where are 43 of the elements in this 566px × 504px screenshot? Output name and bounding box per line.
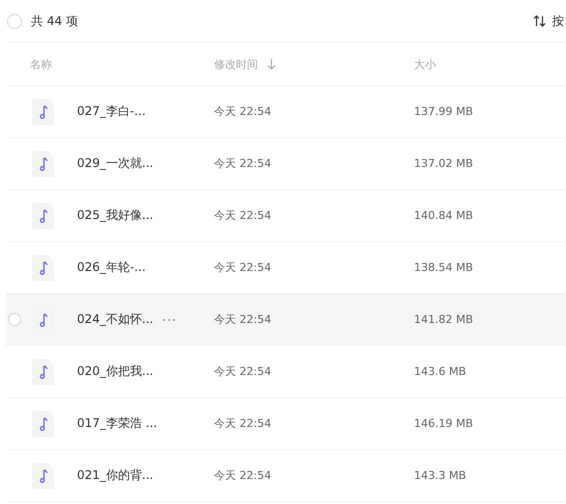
modified-time: 今天 22:54 [214, 468, 272, 483]
file-row[interactable]: 029_一次就... 今天 22:54 137.02 MB [6, 138, 566, 190]
file-name[interactable]: 027_李白-... [77, 103, 146, 120]
file-name[interactable]: 020_你把我... [77, 363, 154, 380]
music-file-icon [32, 462, 54, 488]
file-name[interactable]: 024_不如怀... [77, 311, 154, 328]
sort-button[interactable]: 按 [533, 12, 564, 30]
file-name[interactable]: 026_年轮-... [77, 259, 146, 276]
file-size: 138.54 MB [414, 261, 474, 274]
music-file-icon [32, 98, 54, 124]
file-size: 137.02 MB [414, 157, 474, 170]
select-all-checkbox[interactable] [7, 14, 22, 28]
sort-icon [533, 15, 546, 27]
modified-time: 今天 22:54 [214, 260, 272, 275]
modified-time: 今天 22:54 [214, 416, 272, 431]
file-size: 141.82 MB [414, 313, 474, 326]
music-file-icon [32, 254, 54, 280]
file-row[interactable]: 021_你的背... 今天 22:54 143.3 MB [6, 450, 566, 502]
row-checkbox[interactable] [8, 313, 21, 326]
item-count: 共 44 项 [31, 12, 78, 30]
file-row[interactable]: 027_李白-... 今天 22:54 137.99 MB [6, 86, 566, 138]
modified-time: 今天 22:54 [214, 156, 272, 171]
file-name[interactable]: 025_我好像... [77, 207, 154, 224]
file-size: 143.3 MB [414, 469, 466, 482]
music-file-icon [32, 410, 54, 436]
file-row[interactable]: 020_你把我... 今天 22:54 143.6 MB [6, 346, 566, 398]
modified-time: 今天 22:54 [214, 312, 272, 327]
file-row[interactable]: 025_我好像... 今天 22:54 140.84 MB [6, 190, 566, 242]
file-size: 143.6 MB [414, 365, 466, 378]
file-row[interactable]: 017_李荣浩 ... 今天 22:54 146.19 MB [6, 398, 566, 450]
file-row[interactable]: 024_不如怀... 今天 22:54 141.82 MB [6, 294, 566, 346]
file-size: 146.19 MB [414, 417, 474, 430]
file-size: 140.84 MB [414, 209, 474, 222]
music-file-icon [32, 358, 54, 384]
file-name[interactable]: 021_你的背... [77, 467, 154, 484]
file-name[interactable]: 017_李荣浩 ... [77, 415, 158, 432]
file-name[interactable]: 029_一次就... [77, 155, 154, 172]
modified-time: 今天 22:54 [214, 208, 272, 223]
modified-time: 今天 22:54 [214, 104, 272, 119]
music-file-icon [32, 202, 54, 228]
modified-time: 今天 22:54 [214, 364, 272, 379]
file-size: 137.99 MB [414, 105, 474, 118]
music-file-icon [32, 150, 54, 176]
